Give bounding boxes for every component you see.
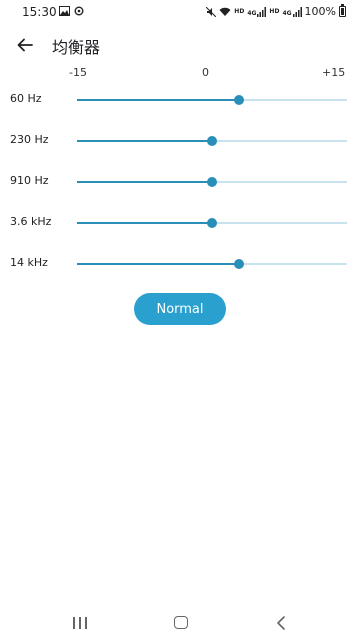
band-row-910hz: 910 Hz	[0, 172, 360, 192]
slider-fill	[77, 222, 212, 224]
status-time: 15:30	[22, 5, 57, 19]
wifi-icon	[219, 7, 231, 16]
home-icon[interactable]	[174, 616, 188, 629]
band-row-3-6khz: 3.6 kHz	[0, 213, 360, 233]
hd-label: HD	[234, 7, 245, 15]
hd-signal-icon: 4G	[247, 6, 267, 17]
band-label: 3.6 kHz	[10, 215, 52, 228]
page-title: 均衡器	[52, 38, 101, 57]
battery-icon	[339, 4, 346, 17]
band-row-60hz: 60 Hz	[0, 90, 360, 110]
band-slider[interactable]	[77, 259, 347, 269]
band-label: 14 kHz	[10, 256, 48, 269]
slider-fill	[77, 99, 239, 101]
band-slider[interactable]	[77, 177, 347, 187]
scale-mid-label: 0	[202, 66, 209, 79]
network-label: 4G	[282, 9, 292, 17]
slider-thumb[interactable]	[207, 177, 217, 187]
recent-apps-icon[interactable]	[73, 617, 87, 629]
scale-max-label: +15	[322, 66, 346, 79]
slider-thumb[interactable]	[207, 218, 217, 228]
normal-preset-button[interactable]: Normal	[134, 293, 226, 325]
slider-thumb[interactable]	[234, 259, 244, 269]
slider-thumb[interactable]	[207, 136, 217, 146]
slider-fill	[77, 181, 212, 183]
app-bar: 均衡器	[0, 26, 360, 64]
battery-text: 100%	[304, 5, 336, 18]
mute-icon	[206, 6, 217, 17]
band-row-14khz: 14 kHz	[0, 254, 360, 274]
image-icon	[59, 6, 70, 16]
band-slider[interactable]	[77, 136, 347, 146]
band-row-230hz: 230 Hz	[0, 131, 360, 151]
slider-thumb[interactable]	[234, 95, 244, 105]
slider-fill	[77, 140, 212, 142]
band-label: 60 Hz	[10, 92, 42, 105]
band-slider[interactable]	[77, 95, 347, 105]
arrow-left-icon	[17, 38, 33, 52]
navigation-bar	[0, 608, 360, 640]
sync-icon	[74, 6, 84, 16]
hd-signal-icon: 4G	[282, 6, 302, 17]
back-icon[interactable]	[276, 615, 286, 631]
hd-label: HD	[269, 7, 280, 15]
scale-min-label: -15	[69, 66, 87, 79]
status-bar: 15:30 HD 4G HD 4G 100%	[0, 0, 360, 26]
band-slider[interactable]	[77, 218, 347, 228]
band-label: 910 Hz	[10, 174, 49, 187]
back-button[interactable]	[10, 30, 40, 60]
band-label: 230 Hz	[10, 133, 49, 146]
slider-fill	[77, 263, 239, 265]
network-label: 4G	[247, 9, 257, 17]
